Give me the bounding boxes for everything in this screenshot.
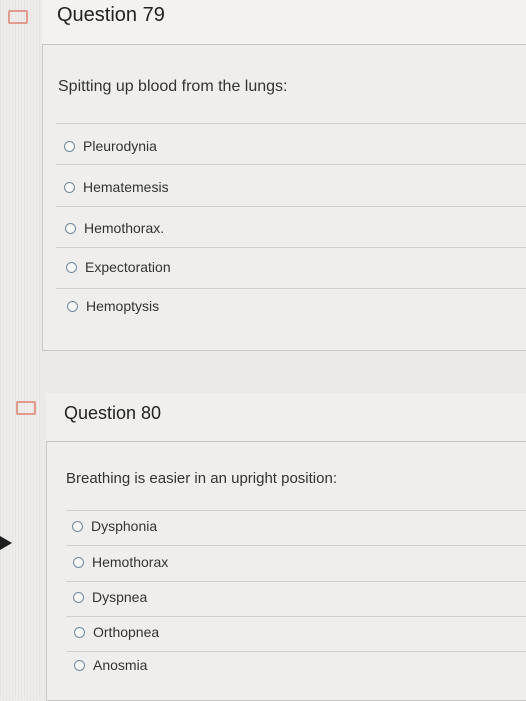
q80-option-orthopnea[interactable]: Orthopnea [74,624,159,640]
option-label: Anosmia [93,657,148,673]
question-80-prompt: Breathing is easier in an upright positi… [66,470,337,487]
radio-button[interactable] [72,520,83,532]
divider [56,247,526,248]
q79-option-hemoptysis[interactable]: Hemoptysis [67,298,159,314]
option-label: Hemothorax. [84,220,165,236]
question-80-title: Question 80 [64,403,162,423]
q79-option-hemothorax[interactable]: Hemothorax. [65,220,164,236]
divider [56,164,526,165]
divider [56,288,526,289]
q80-option-dysphonia[interactable]: Dysphonia [72,518,157,534]
option-label: Hemothorax [92,554,169,570]
q79-option-pleurodynia[interactable]: Pleurodynia [64,138,157,154]
radio-button[interactable] [65,222,76,234]
q80-option-anosmia[interactable]: Anosmia [74,657,147,673]
option-label: Orthopnea [93,624,160,640]
question-79-prompt: Spitting up blood from the lungs: [58,78,288,95]
flag-question-79-icon[interactable] [8,10,28,24]
option-label: Hemoptysis [86,298,160,314]
pointer-arrow-icon [0,536,12,550]
left-margin-strip [0,0,40,700]
radio-button[interactable] [64,181,75,193]
radio-button[interactable] [73,591,84,603]
radio-button[interactable] [64,140,75,152]
q79-option-expectoration[interactable]: Expectoration [66,259,171,275]
divider [66,616,526,617]
divider [66,545,526,546]
flag-question-80-icon[interactable] [16,401,36,415]
option-label: Dysphonia [91,518,158,534]
divider [66,581,526,582]
radio-button[interactable] [74,659,85,671]
question-79-title: Question 79 [57,4,165,26]
option-label: Expectoration [85,259,171,275]
q80-option-hemothorax[interactable]: Hemothorax [73,554,168,570]
divider [56,123,526,124]
option-label: Hematemesis [83,179,169,195]
radio-button[interactable] [73,556,84,568]
radio-button[interactable] [67,300,78,312]
q80-option-dyspnea[interactable]: Dyspnea [73,589,147,605]
radio-button[interactable] [74,626,85,638]
divider [66,510,526,511]
radio-button[interactable] [66,261,77,273]
option-label: Pleurodynia [83,138,157,154]
divider [66,651,526,652]
option-label: Dyspnea [92,589,148,605]
divider [56,206,526,207]
q79-option-hematemesis[interactable]: Hematemesis [64,179,169,195]
